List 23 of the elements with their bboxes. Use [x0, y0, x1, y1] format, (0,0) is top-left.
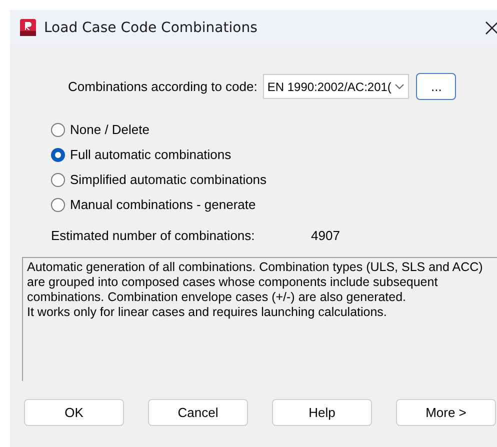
- radio-button[interactable]: [51, 148, 65, 162]
- close-icon[interactable]: [485, 20, 497, 34]
- browse-button[interactable]: ...: [416, 73, 456, 100]
- estimate-value: 4907: [311, 228, 340, 243]
- radio-button[interactable]: [51, 122, 65, 136]
- option-label[interactable]: None / Delete: [70, 122, 150, 137]
- option-label[interactable]: Manual combinations - generate: [70, 197, 256, 212]
- code-label: Combinations according to code:: [68, 79, 258, 94]
- window-title: Load Case Code Combinations: [44, 20, 258, 36]
- option-label[interactable]: Full automatic combinations: [70, 147, 232, 162]
- description-text: Automatic generation of all combinations. Combination types (ULS, SLS and ACC) are grouped into composed cases whose components include subsequent combinations. Combination envelope cases (+/-) are also generated.: [27, 260, 484, 305]
- dialog-button[interactable]: Cancel: [148, 399, 248, 426]
- description-text: It works only for linear cases and requires launching calculations.: [27, 305, 388, 320]
- radio-button[interactable]: [51, 172, 65, 186]
- dialog-button[interactable]: Help: [272, 399, 372, 426]
- app-icon: [20, 19, 36, 36]
- estimate-label: Estimated number of combinations:: [51, 228, 256, 243]
- dialog-button[interactable]: More >: [396, 399, 496, 426]
- radio-button[interactable]: [51, 198, 65, 212]
- dialog-button[interactable]: OK: [24, 399, 124, 426]
- code-dropdown[interactable]: EN 1990:2002/AC:201(: [263, 74, 410, 99]
- chevron-icon: [395, 84, 404, 90]
- option-label[interactable]: Simplified automatic combinations: [70, 172, 267, 187]
